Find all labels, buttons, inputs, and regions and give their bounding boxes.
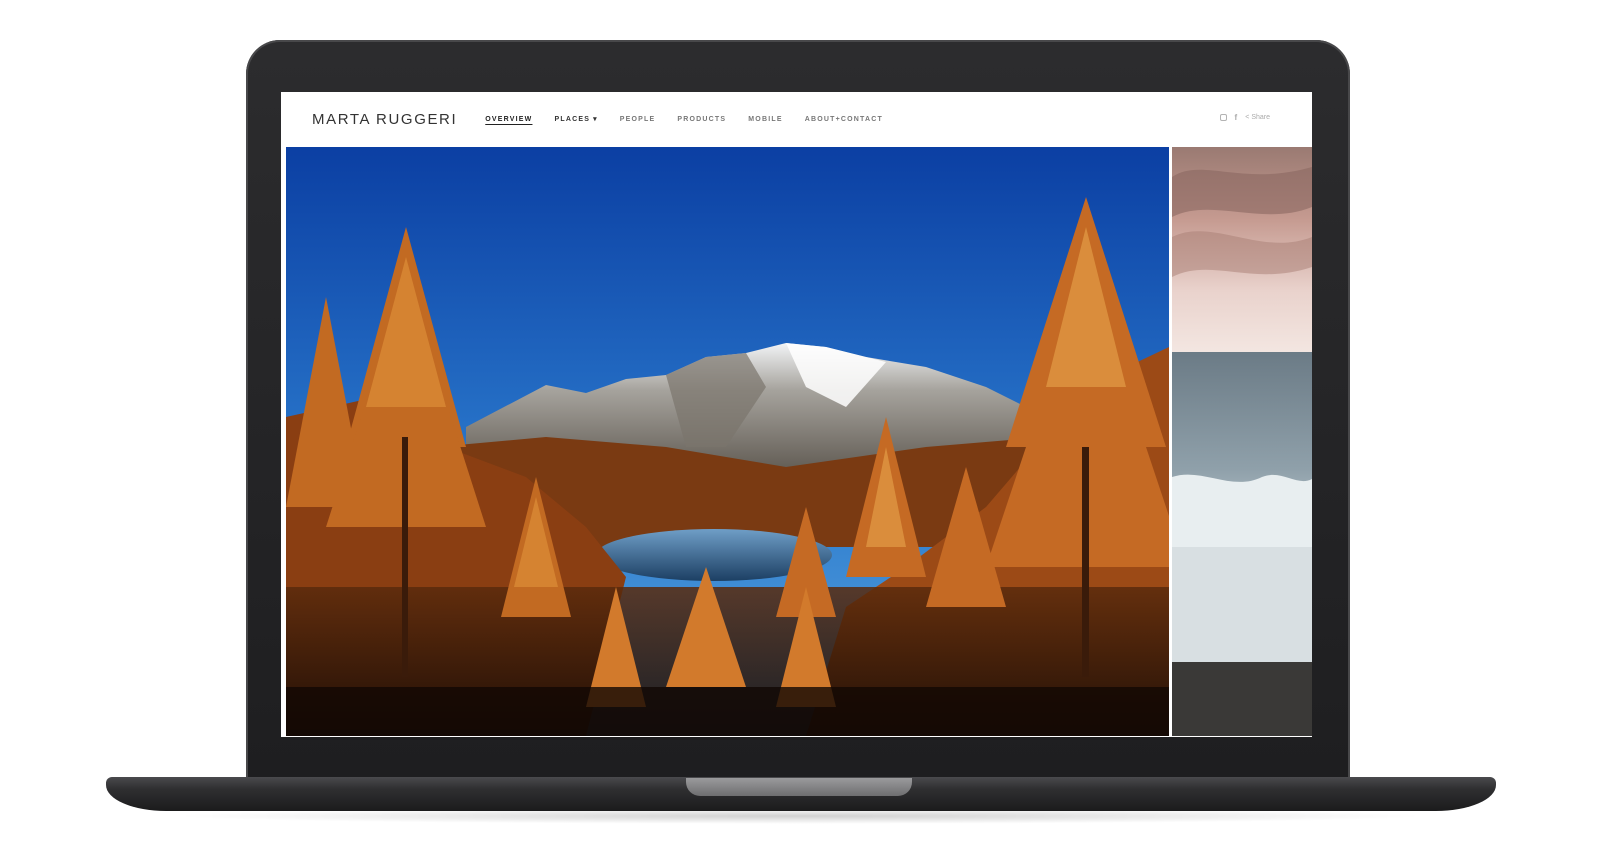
share-label: Share — [1251, 114, 1270, 121]
main-photo[interactable] — [286, 147, 1169, 736]
share-icon: < — [1245, 114, 1250, 121]
main-photo-image — [286, 147, 1169, 736]
nav-item-places[interactable]: PLACES ▾ — [554, 115, 598, 124]
laptop-screen: MARTA RUGGERI OVERVIEW PLACES ▾ PEOPLE P… — [281, 92, 1312, 737]
site-header: MARTA RUGGERI OVERVIEW PLACES ▾ PEOPLE P… — [281, 92, 1312, 146]
nav-item-people[interactable]: PEOPLE — [620, 116, 656, 123]
caret-down-icon: ▾ — [593, 116, 598, 123]
side-photo[interactable] — [1172, 147, 1312, 736]
laptop-notch — [686, 778, 912, 796]
nav-item-about-contact[interactable]: ABOUT+CONTACT — [805, 116, 883, 123]
main-nav: OVERVIEW PLACES ▾ PEOPLE PRODUCTS MOBILE… — [485, 115, 883, 124]
site-brand[interactable]: MARTA RUGGERI — [312, 111, 457, 128]
nav-item-products[interactable]: PRODUCTS — [677, 116, 726, 123]
instagram-icon[interactable] — [1219, 114, 1227, 121]
nav-item-mobile[interactable]: MOBILE — [748, 116, 782, 123]
side-photo-image — [1172, 147, 1312, 736]
nav-item-overview[interactable]: OVERVIEW — [485, 116, 532, 123]
nav-item-places-label: PLACES — [554, 115, 591, 123]
facebook-icon[interactable]: f — [1235, 113, 1238, 122]
share-button[interactable]: < Share — [1245, 114, 1270, 121]
social-links: f < Share — [1219, 113, 1270, 122]
